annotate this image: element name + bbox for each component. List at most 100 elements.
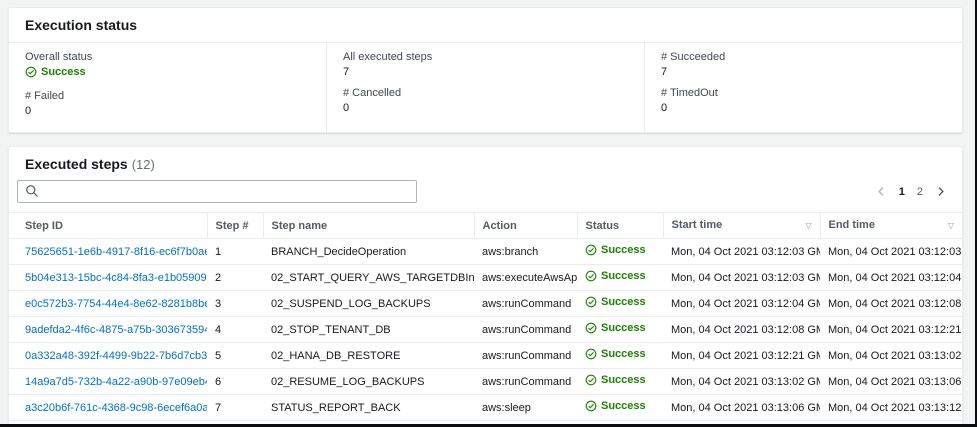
status-text: Success [601, 400, 646, 412]
end-time-cell: Mon, 04 Oct 2021 03:12:03 GMT [820, 238, 962, 265]
step-number-cell: 5 [207, 342, 263, 369]
check-circle-icon [585, 270, 597, 282]
step-id-cell: a3c20b6f-761c-4368-9c98-6ecef6a0ab79 [9, 394, 207, 421]
executed-steps-title-text: Executed steps [25, 156, 128, 172]
search-box [17, 180, 417, 203]
field-label: Overall status [25, 51, 93, 63]
column-header-step: Step # [206, 212, 263, 239]
action-cell: aws:runCommand [474, 316, 577, 343]
step-id-cell: 75625651-1e6b-4917-8f16-ec6f7b0aeda9 [9, 238, 207, 265]
status-column: All executed steps 7 # Cancelled 0 [326, 43, 644, 132]
status-badge: Success [25, 66, 86, 78]
action-cell: aws:executeAwsApi [474, 420, 577, 424]
step-name-cell: 01_START_QUERY_AWS_TARGETDBInstanceId [263, 420, 474, 424]
start-time-cell: Mon, 04 Oct 2021 03:12:03 GMT [663, 238, 820, 265]
table-row: 14a9a7d5-732b-4a22-a90b-97e09eb4d541602_… [9, 368, 962, 395]
pagination-next-button[interactable] [935, 186, 946, 197]
column-header-step-name: Step name [262, 212, 474, 239]
execution-status-grid: Overall status Success # Failed 0 All execut… [9, 43, 962, 132]
status-column: # Succeeded 7 # TimedOut 0 [644, 43, 962, 132]
status-column: Overall status Success # Failed 0 [9, 43, 326, 132]
start-time-cell: Mon, 04 Oct 2021 03:12:21 GMT [663, 342, 820, 369]
pagination-page-1[interactable]: 1 [899, 186, 905, 198]
status-field: # TimedOut 0 [661, 87, 946, 114]
step-number-cell: - [207, 420, 263, 424]
field-value-text: 0 [661, 102, 668, 114]
start-time-cell: Mon, 04 Oct 2021 03:13:02 GMT [663, 368, 820, 395]
step-id-link[interactable]: 14a9a7d5-732b-4a22-a90b-97e09eb4d541 [25, 376, 207, 388]
status-badge: Success [585, 348, 646, 360]
step-name-cell: 02_SUSPEND_LOG_BACKUPS [263, 290, 474, 317]
executed-steps-table: Step ID Step # Step name Action Status Start … [9, 212, 962, 424]
field-value: 0 [343, 102, 628, 114]
chevron-right-icon [935, 186, 946, 197]
step-id-link[interactable]: a3c20b6f-761c-4368-9c98-6ecef6a0ab79 [25, 402, 207, 414]
search-icon [26, 185, 38, 197]
table-header-row: Step ID Step # Step name Action Status Start … [9, 212, 962, 239]
status-cell: Success [577, 316, 663, 343]
field-label: # Succeeded [661, 51, 726, 63]
status-field: # Cancelled 0 [343, 87, 628, 114]
start-time-cell: Mon, 04 Oct 2021 03:13:06 GMT [663, 394, 820, 421]
step-id-link[interactable]: 5b04e313-15bc-4c84-8fa3-e1b059093f46 [25, 272, 207, 284]
table-row: a3896d41-fbb5-4ae0-b9be-6d4c3a929ef9-01_… [9, 420, 962, 424]
column-header-status: Status [576, 212, 663, 239]
step-id-link[interactable]: e0c572b3-7754-44e4-8e62-8281b8be86e1 [25, 298, 207, 310]
status-badge: Success [585, 400, 646, 412]
status-cell: Success [577, 342, 663, 369]
column-header-label: Step # [215, 219, 249, 232]
status-text: Success [601, 244, 646, 256]
table-head: Step ID Step # Step name Action Status Start … [9, 212, 962, 239]
action-cell: aws:executeAwsApi [474, 264, 577, 291]
action-cell: aws:runCommand [474, 342, 577, 369]
executed-steps-title: Executed steps (12) [25, 156, 155, 172]
status-text: Success [41, 66, 86, 78]
check-circle-icon [25, 66, 37, 78]
execution-status-header: Execution status [9, 8, 962, 43]
field-value-text: 7 [661, 66, 668, 78]
step-id-cell: 14a9a7d5-732b-4a22-a90b-97e09eb4d541 [9, 368, 207, 395]
search-input[interactable] [17, 180, 417, 203]
step-name-cell: 02_STOP_TENANT_DB [263, 316, 474, 343]
column-header-label: End time [828, 219, 875, 231]
field-value-text: 0 [25, 105, 32, 117]
step-id-cell: e0c572b3-7754-44e4-8e62-8281b8be86e1 [9, 290, 207, 317]
status-cell: Pending [577, 420, 663, 424]
field-value-text: 0 [343, 102, 350, 114]
column-header-label: Action [482, 219, 517, 232]
column-header-label: Step name [271, 219, 328, 232]
table-row: 0a332a48-392f-4499-9b22-7b6d7cb3093a502_… [9, 342, 962, 369]
status-field: # Failed 0 [25, 90, 310, 117]
status-text: Success [601, 270, 646, 282]
pagination-prev-button[interactable] [876, 186, 887, 197]
step-id-cell: 0a332a48-392f-4499-9b22-7b6d7cb3093a [9, 342, 207, 369]
sort-triangle-icon: ▽ [805, 221, 812, 230]
step-id-link[interactable]: 9adefda2-4f6c-4875-a75b-3036735947f7 [25, 324, 207, 336]
step-number-cell: 2 [207, 264, 263, 291]
pagination-page-2[interactable]: 2 [917, 186, 923, 198]
field-label: All executed steps [343, 51, 433, 63]
step-number-cell: 1 [207, 238, 263, 265]
column-header-end-time[interactable]: End time ▽ [819, 212, 962, 239]
step-id-link[interactable]: 75625651-1e6b-4917-8f16-ec6f7b0aeda9 [25, 246, 207, 258]
field-label: # TimedOut [661, 87, 718, 99]
table-row: a3c20b6f-761c-4368-9c98-6ecef6a0ab79 7 STA… [9, 394, 962, 421]
execution-status-panel: Execution status Overall status Success # … [8, 7, 963, 133]
status-text: Success [601, 322, 646, 334]
table-body: 75625651-1e6b-4917-8f16-ec6f7b0aeda91BRA… [9, 238, 962, 424]
step-id-link[interactable]: 0a332a48-392f-4499-9b22-7b6d7cb3093a [25, 350, 207, 362]
step-name-cell: 02_RESUME_LOG_BACKUPS [263, 368, 474, 395]
status-field: All executed steps 7 [343, 51, 628, 78]
step-name-cell: BRANCH_DecideOperation [263, 238, 474, 265]
step-name-cell: 02_START_QUERY_AWS_TARGETDBInstanceId [263, 264, 474, 291]
field-value: 7 [343, 66, 628, 78]
action-cell: aws:sleep [474, 394, 577, 421]
status-cell: Success [577, 368, 663, 395]
status-cell: Success [577, 264, 663, 291]
column-header-start-time[interactable]: Start time ▽ [662, 212, 820, 239]
end-time-cell: - [820, 420, 962, 424]
execution-status-title: Execution status [25, 17, 138, 33]
field-value: 7 [661, 66, 946, 78]
check-circle-icon [585, 400, 597, 412]
column-header-action: Action [473, 212, 577, 239]
